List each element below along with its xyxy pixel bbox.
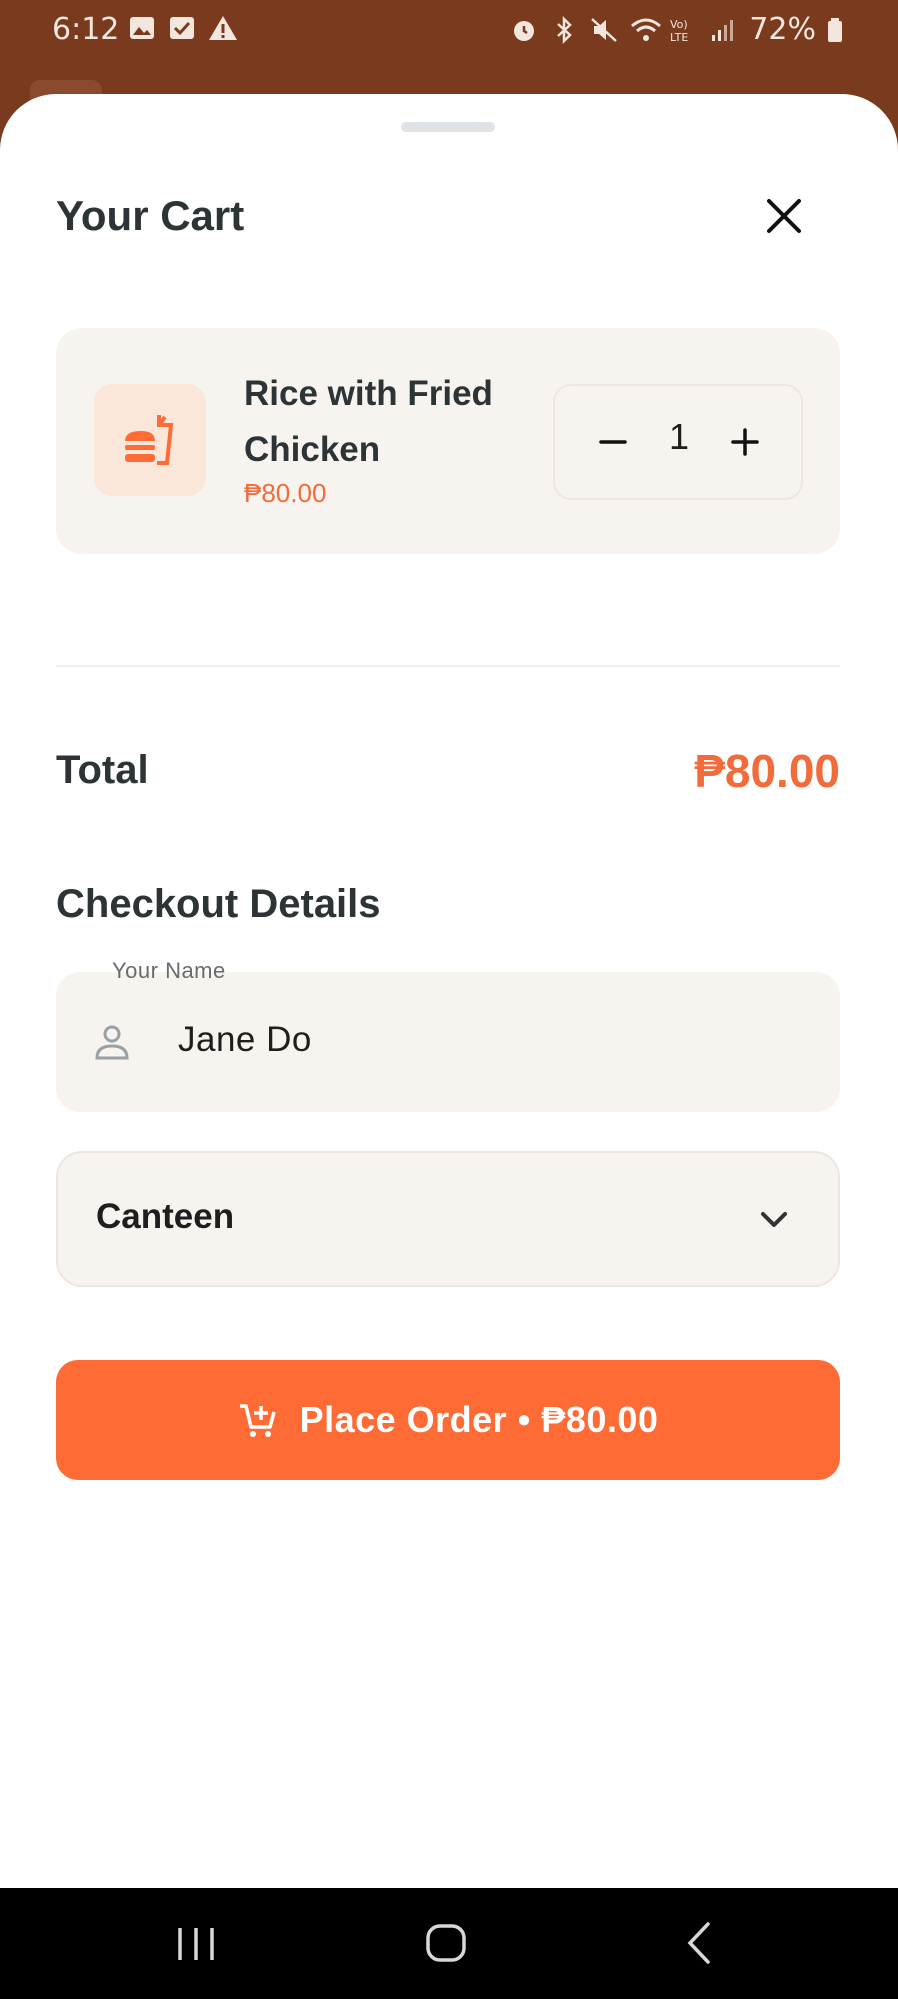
back-icon [687, 1922, 710, 1964]
wifi-icon [629, 16, 662, 44]
total-value: ₱80.00 [694, 745, 840, 797]
battery-percent: 72% [749, 12, 816, 47]
item-thumbnail [94, 384, 206, 496]
name-field[interactable]: Jane Do [56, 972, 840, 1112]
total-label: Total [56, 748, 149, 792]
quantity-stepper: 1 [553, 384, 803, 500]
bluetooth-icon [549, 15, 579, 44]
place-order-label: Place Order • ₱80.00 [299, 1399, 659, 1440]
page-title: Your Cart [56, 192, 245, 239]
checkbox-icon [168, 14, 196, 42]
person-icon [95, 1025, 129, 1060]
svg-text:LTE: LTE [670, 31, 688, 44]
image-icon [128, 14, 156, 42]
item-price: ₱80.00 [244, 478, 327, 508]
battery-icon [826, 16, 844, 44]
drag-handle[interactable] [401, 122, 495, 132]
home-icon [426, 1924, 466, 1962]
system-nav-bar [0, 1888, 898, 1999]
location-select-value: Canteen [96, 1197, 235, 1236]
cart-sheet: Your Cart Rice with Fried Chicken ₱80.00… [0, 94, 898, 1888]
alarm-icon [509, 16, 539, 44]
home-button[interactable] [416, 1918, 476, 1968]
recents-icon [178, 1928, 214, 1960]
close-button[interactable] [754, 186, 814, 246]
item-name: Rice with Fried Chicken [244, 374, 493, 469]
recents-button[interactable] [166, 1918, 226, 1968]
close-icon [767, 199, 801, 233]
mute-icon [589, 16, 619, 44]
quantity-value: 1 [668, 416, 690, 457]
location-select[interactable]: Canteen [56, 1151, 840, 1287]
decrease-quantity-button[interactable] [583, 412, 643, 472]
cart-add-icon [239, 1404, 276, 1437]
chevron-down-icon [761, 1212, 787, 1227]
name-field-label: Your Name [112, 958, 226, 983]
divider [56, 665, 840, 667]
warning-icon [208, 14, 237, 42]
signal-icon [709, 16, 739, 44]
back-button[interactable] [670, 1918, 730, 1968]
fastfood-icon [125, 415, 174, 465]
name-input-value[interactable]: Jane Do [178, 1020, 312, 1060]
volte-icon: Vo) LTE [669, 16, 699, 44]
svg-text:Vo): Vo) [670, 18, 688, 31]
increase-quantity-button[interactable] [715, 412, 775, 472]
status-bar: 6:12 Vo) LTE 72% [0, 0, 898, 60]
minus-icon [599, 440, 627, 444]
status-time: 6:12 [52, 12, 120, 47]
checkout-details-title: Checkout Details [56, 882, 381, 926]
plus-icon [731, 428, 759, 456]
cart-item: Rice with Fried Chicken ₱80.00 1 [56, 328, 840, 554]
place-order-button[interactable]: Place Order • ₱80.00 [56, 1360, 840, 1480]
